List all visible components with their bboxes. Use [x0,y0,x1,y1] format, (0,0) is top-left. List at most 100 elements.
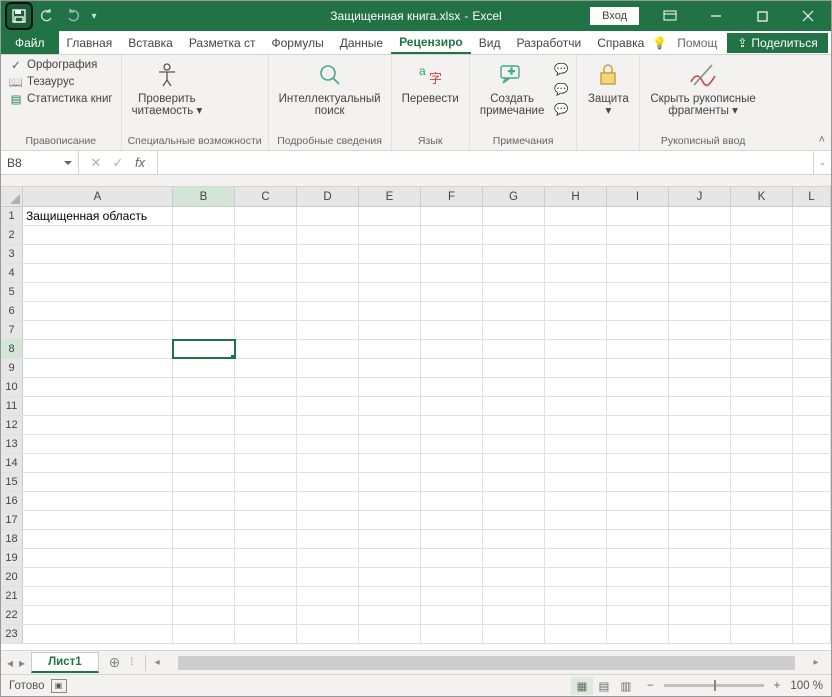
cell-J15[interactable] [669,473,731,491]
cell-C23[interactable] [235,625,297,643]
cell-D6[interactable] [297,302,359,320]
cell-B18[interactable] [173,530,235,548]
row-header[interactable]: 8 [1,340,23,358]
col-header-E[interactable]: E [359,187,421,206]
cell-J8[interactable] [669,340,731,358]
cell-G1[interactable] [483,207,545,225]
cell-I14[interactable] [607,454,669,472]
hide-ink-button[interactable]: Скрыть рукописныефрагменты ▾ [646,57,759,117]
cell-D12[interactable] [297,416,359,434]
cell-F17[interactable] [421,511,483,529]
row-header[interactable]: 19 [1,549,23,567]
cell-G4[interactable] [483,264,545,282]
row-header[interactable]: 20 [1,568,23,586]
row-header[interactable]: 4 [1,264,23,282]
cell-F2[interactable] [421,226,483,244]
cell-I5[interactable] [607,283,669,301]
sign-in-button[interactable]: Вход [590,7,639,25]
tell-me-label[interactable]: Помощ [677,36,717,50]
cell-K22[interactable] [731,606,793,624]
cell-I3[interactable] [607,245,669,263]
cell-L8[interactable] [793,340,831,358]
cell-J10[interactable] [669,378,731,396]
cell-F3[interactable] [421,245,483,263]
cell-H6[interactable] [545,302,607,320]
cell-J19[interactable] [669,549,731,567]
cell-I9[interactable] [607,359,669,377]
cell-K15[interactable] [731,473,793,491]
cell-F21[interactable] [421,587,483,605]
cell-J9[interactable] [669,359,731,377]
cell-I4[interactable] [607,264,669,282]
formula-input[interactable] [158,151,813,174]
cell-L2[interactable] [793,226,831,244]
enter-formula-icon[interactable]: ✓ [107,155,129,171]
col-header-K[interactable]: K [731,187,793,206]
cell-I1[interactable] [607,207,669,225]
cell-J4[interactable] [669,264,731,282]
cell-H23[interactable] [545,625,607,643]
cell-K3[interactable] [731,245,793,263]
cell-E14[interactable] [359,454,421,472]
cell-J3[interactable] [669,245,731,263]
cell-E4[interactable] [359,264,421,282]
cell-B14[interactable] [173,454,235,472]
cell-F19[interactable] [421,549,483,567]
row-header[interactable]: 9 [1,359,23,377]
cell-I22[interactable] [607,606,669,624]
cell-C14[interactable] [235,454,297,472]
col-header-C[interactable]: C [235,187,297,206]
cell-G6[interactable] [483,302,545,320]
cell-K10[interactable] [731,378,793,396]
cell-E5[interactable] [359,283,421,301]
cell-L6[interactable] [793,302,831,320]
row-header[interactable]: 13 [1,435,23,453]
cell-I2[interactable] [607,226,669,244]
cell-F16[interactable] [421,492,483,510]
cell-G2[interactable] [483,226,545,244]
cell-D8[interactable] [297,340,359,358]
cell-G10[interactable] [483,378,545,396]
cell-J17[interactable] [669,511,731,529]
cell-J1[interactable] [669,207,731,225]
cell-D20[interactable] [297,568,359,586]
cell-C18[interactable] [235,530,297,548]
cell-E18[interactable] [359,530,421,548]
cell-F12[interactable] [421,416,483,434]
tab-developer[interactable]: Разработчи [508,31,589,54]
cell-A6[interactable] [23,302,173,320]
cell-B17[interactable] [173,511,235,529]
cell-B3[interactable] [173,245,235,263]
cell-G9[interactable] [483,359,545,377]
cell-K21[interactable] [731,587,793,605]
cell-F6[interactable] [421,302,483,320]
sheet-tab-active[interactable]: Лист1 [31,652,99,673]
cell-G7[interactable] [483,321,545,339]
cell-H22[interactable] [545,606,607,624]
cell-E17[interactable] [359,511,421,529]
translate-button[interactable]: a字 Перевести [398,57,463,105]
cell-H12[interactable] [545,416,607,434]
cell-L15[interactable] [793,473,831,491]
cell-C15[interactable] [235,473,297,491]
cell-C16[interactable] [235,492,297,510]
cell-E13[interactable] [359,435,421,453]
tab-help[interactable]: Справка [589,31,652,54]
cell-A12[interactable] [23,416,173,434]
scroll-right-icon[interactable]: ▸ [809,657,823,668]
cell-D9[interactable] [297,359,359,377]
cell-H5[interactable] [545,283,607,301]
spelling-button[interactable]: ✓Орфография [7,57,115,73]
cell-E19[interactable] [359,549,421,567]
cell-A21[interactable] [23,587,173,605]
cell-H11[interactable] [545,397,607,415]
cell-C20[interactable] [235,568,297,586]
cell-G5[interactable] [483,283,545,301]
cell-H21[interactable] [545,587,607,605]
cell-H10[interactable] [545,378,607,396]
cell-G23[interactable] [483,625,545,643]
undo-icon[interactable] [35,4,59,28]
cell-F22[interactable] [421,606,483,624]
tab-file[interactable]: Файл [1,31,59,54]
cell-D1[interactable] [297,207,359,225]
